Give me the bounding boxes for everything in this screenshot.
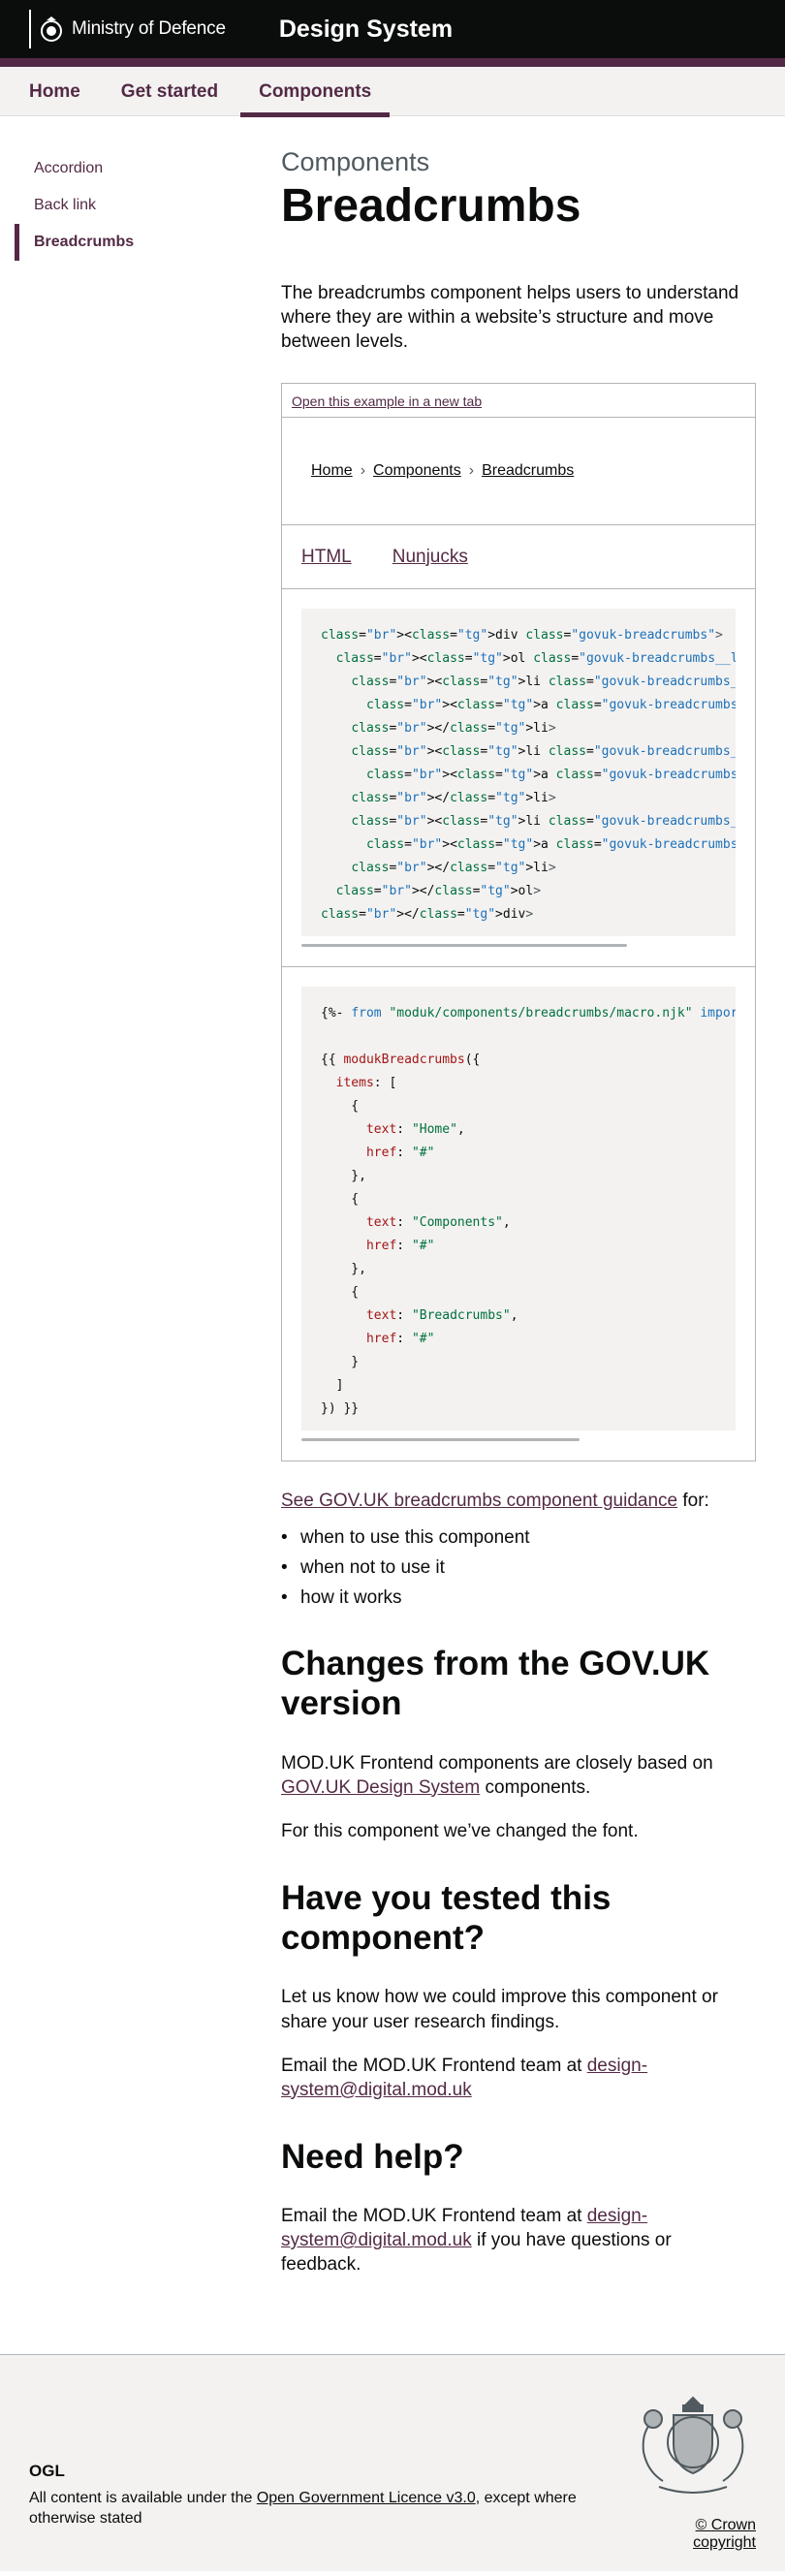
org-name: Ministry of Defence [72, 18, 226, 39]
site-header: Ministry of Defence Design System [0, 0, 785, 58]
help-paragraph: Email the MOD.UK Frontend team at design… [281, 2204, 756, 2277]
html-code-line: class="br"><class="tg">a class="govuk-br… [365, 768, 736, 783]
ogl-link[interactable]: Open Government Licence v3.0 [257, 2490, 476, 2506]
site-footer: OGL All content is available under the O… [0, 2354, 785, 2572]
changes-text-after: components. [480, 1776, 591, 1798]
html-code-line: class="br"><class="tg">ol class="govuk-b… [335, 651, 736, 667]
list-item: when to use this component [281, 1527, 756, 1549]
service-name-link[interactable]: Design System [279, 16, 453, 44]
tab-html[interactable]: HTML [301, 547, 352, 568]
code-tabs: HTML Nunjucks [282, 525, 755, 590]
example-preview: Home › Components › Breadcrumbs [282, 418, 755, 526]
list-item: how it works [281, 1587, 756, 1609]
sidebar-item-accordion[interactable]: Accordion [15, 150, 281, 187]
nunjucks-code-line: href: "#" [365, 1146, 435, 1161]
breadcrumb-link-home[interactable]: Home [311, 462, 353, 480]
nunjucks-code-panel: {%- from "moduk/components/breadcrumbs/m… [282, 967, 755, 1461]
nunjucks-code-scrollbar[interactable] [301, 1438, 580, 1442]
html-code-line: class="br"><class="tg">div class="govuk-… [321, 628, 723, 644]
guidance-list: when to use this component when not to u… [281, 1527, 756, 1609]
help-text: Email the MOD.UK Frontend team at [281, 2206, 587, 2227]
guidance-paragraph: See GOV.UK breadcrumbs component guidanc… [281, 1491, 756, 1512]
chevron-right-icon: › [360, 462, 366, 480]
html-code-line: class="br"></class="tg">ol> [335, 884, 542, 899]
nunjucks-code-line: {{ modukBreadcrumbs({ [321, 1052, 481, 1068]
nunjucks-code-line [321, 1025, 736, 1049]
nunjucks-code-line: { [321, 1192, 360, 1208]
nunjucks-code-line: }, [321, 1169, 366, 1184]
html-code-line: class="br"></class="tg">div> [321, 907, 534, 923]
guidance-suffix: for: [677, 1491, 709, 1512]
nunjucks-code-line: text: "Home", [365, 1122, 465, 1138]
list-item: when not to use it [281, 1557, 756, 1579]
sidebar-item-back-link[interactable]: Back link [15, 187, 281, 224]
example-box: Open this example in a new tab Home › Co… [281, 383, 756, 1462]
crest-icon [41, 16, 62, 42]
html-code-line: class="br"><class="tg">li class="govuk-b… [351, 814, 736, 830]
crown-copyright-link[interactable]: © Crown copyright [630, 2517, 756, 2552]
help-heading: Need help? [281, 2137, 464, 2176]
mod-logo-link[interactable]: Ministry of Defence [29, 10, 226, 48]
html-code-line: class="br"></class="tg">li> [351, 861, 556, 876]
html-code-panel: class="br"><class="tg">div class="govuk-… [282, 589, 755, 968]
breadcrumb-link-components[interactable]: Components [373, 462, 461, 480]
nav-item-components[interactable]: Components [240, 67, 391, 117]
licence-text: All content is available under the Open … [29, 2489, 591, 2529]
nunjucks-code-line: } [321, 1355, 360, 1370]
main-content: Components Breadcrumbs The breadcrumbs c… [281, 116, 756, 2296]
changes-paragraph-1: MOD.UK Frontend components are closely b… [281, 1751, 756, 1800]
sidebar: Accordion Back link Breadcrumbs [15, 116, 281, 2296]
govuk-design-system-link[interactable]: GOV.UK Design System [281, 1777, 480, 1798]
page-title: Breadcrumbs [281, 180, 581, 232]
tested-paragraph-1: Let us know how we could improve this co… [281, 1987, 718, 2032]
nunjucks-code-line: }) }} [321, 1401, 360, 1417]
header-accent-bar [0, 58, 785, 67]
nunjucks-code-line: href: "#" [365, 1239, 435, 1254]
open-example-link[interactable]: Open this example in a new tab [292, 393, 482, 409]
lead-paragraph: The breadcrumbs component helps users to… [281, 282, 739, 352]
nunjucks-code-line: }, [321, 1262, 366, 1277]
page-caption: Components [281, 147, 430, 176]
licence-block: OGL All content is available under the O… [29, 2462, 591, 2529]
nunjucks-code-line: href: "#" [365, 1332, 435, 1347]
nunjucks-code-line: items: [ [335, 1076, 397, 1091]
tested-text: Email the MOD.UK Frontend team at [281, 2055, 587, 2076]
html-code-line: class="br"><class="tg">li class="govuk-b… [351, 744, 736, 760]
html-code-line: class="br"><class="tg">a class="govuk-br… [365, 837, 736, 853]
chevron-right-icon: › [468, 462, 475, 480]
ogl-logo: OGL [29, 2462, 65, 2480]
breadcrumb: Home › Components › Breadcrumbs [311, 462, 574, 480]
html-code-line: class="br"></class="tg">li> [351, 721, 556, 737]
nunjucks-code-block: {%- from "moduk/components/breadcrumbs/m… [301, 987, 736, 1431]
licence-text-before: All content is available under the [29, 2490, 257, 2507]
breadcrumb-link-breadcrumbs[interactable]: Breadcrumbs [482, 462, 574, 480]
nunjucks-code-line: ] [321, 1378, 344, 1394]
nunjucks-code-line: { [321, 1099, 360, 1115]
nunjucks-code-line: text: "Components", [365, 1215, 511, 1231]
tested-heading: Have you tested this component? [281, 1878, 612, 1958]
primary-nav: Home Get started Components [0, 67, 785, 117]
html-code-line: class="br"><class="tg">a class="govuk-br… [365, 698, 736, 713]
page-container: Accordion Back link Breadcrumbs Componen… [0, 116, 785, 2296]
example-toolbar: Open this example in a new tab [282, 384, 755, 419]
html-code-block: class="br"><class="tg">div class="govuk-… [301, 609, 736, 937]
crown-block: © Crown copyright [630, 2394, 756, 2552]
tab-nunjucks[interactable]: Nunjucks [392, 547, 468, 568]
changes-paragraph-2: For this component we’ve changed the fon… [281, 1820, 639, 1841]
tested-paragraph-2: Email the MOD.UK Frontend team at design… [281, 2054, 756, 2102]
nunjucks-code-line: {%- from "moduk/components/breadcrumbs/m… [321, 1006, 736, 1021]
nunjucks-code-line: text: "Breadcrumbs", [365, 1308, 518, 1324]
changes-text: MOD.UK Frontend components are closely b… [281, 1752, 713, 1774]
royal-coat-of-arms-icon [642, 2396, 744, 2495]
changes-heading: Changes from the GOV.UK version [281, 1645, 710, 1723]
nunjucks-code-line: { [321, 1285, 360, 1301]
nav-item-home[interactable]: Home [29, 67, 80, 116]
nav-item-get-started[interactable]: Get started [121, 67, 218, 116]
html-code-line: class="br"><class="tg">li class="govuk-b… [351, 675, 736, 690]
sidebar-item-breadcrumbs[interactable]: Breadcrumbs [15, 224, 281, 261]
svg-text:OGL: OGL [29, 2462, 65, 2478]
html-code-scrollbar[interactable] [301, 944, 627, 948]
guidance-link[interactable]: See GOV.UK breadcrumbs component guidanc… [281, 1491, 677, 1511]
html-code-line: class="br"></class="tg">li> [351, 791, 556, 806]
